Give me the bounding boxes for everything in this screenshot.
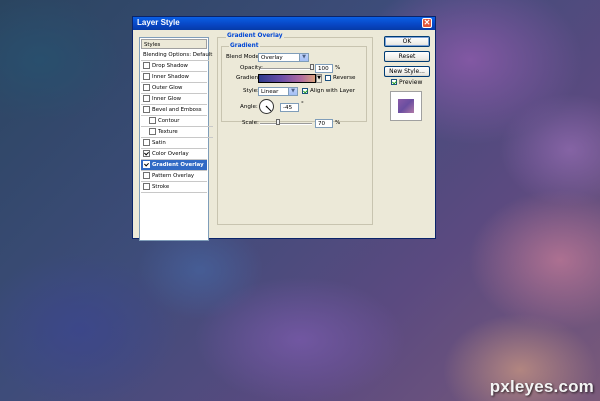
reverse-checkbox[interactable] <box>325 75 331 81</box>
reset-button[interactable]: Reset <box>384 51 430 62</box>
dialog-title: Layer Style <box>137 18 180 27</box>
preview-swatch <box>398 99 414 113</box>
style-item-label: Pattern Overlay <box>152 173 195 179</box>
style-label: Style: <box>243 88 259 94</box>
opacity-value: 100 <box>318 66 329 72</box>
preview-label: Preview <box>399 79 423 86</box>
scale-input[interactable]: 70 <box>315 119 333 128</box>
opacity-slider-thumb[interactable] <box>310 64 314 70</box>
opacity-input[interactable]: 100 <box>315 64 333 73</box>
chevron-down-icon: ▼ <box>288 88 297 95</box>
gradient-picker-button[interactable]: ▼ <box>316 74 322 83</box>
angle-dial[interactable] <box>259 99 274 114</box>
style-item-label: Blending Options: Default <box>143 52 213 58</box>
style-item-outer-glow[interactable]: Outer Glow <box>141 83 207 94</box>
style-item-stroke[interactable]: Stroke <box>141 182 207 193</box>
style-item-drop-shadow[interactable]: Drop Shadow <box>141 61 207 72</box>
style-item-satin[interactable]: Satin <box>141 138 207 149</box>
dialog-titlebar[interactable]: Layer Style ✕ <box>133 17 435 30</box>
blend-mode-value: Overlay <box>261 55 283 61</box>
scale-value: 70 <box>318 121 326 127</box>
angle-unit: ° <box>301 101 304 107</box>
style-item-label: Drop Shadow <box>152 63 188 69</box>
style-item-label: Texture <box>158 129 178 135</box>
style-item-inner-shadow[interactable]: Inner Shadow <box>141 72 207 83</box>
style-item-label: Inner Glow <box>152 96 182 102</box>
opacity-slider[interactable] <box>260 68 312 70</box>
style-item-label: Contour <box>158 118 180 124</box>
styles-header[interactable]: Styles <box>141 39 207 49</box>
style-select[interactable]: Linear ▼ <box>258 87 298 96</box>
subgroup-title: Gradient <box>229 43 260 49</box>
angle-label: Angle: <box>240 104 258 110</box>
angle-needle-icon <box>265 105 272 112</box>
chevron-down-icon: ▼ <box>299 54 308 61</box>
style-item-bevel-and-emboss[interactable]: Bevel and Emboss <box>141 105 207 116</box>
style-checkbox[interactable] <box>143 61 150 69</box>
scale-unit: % <box>335 120 341 126</box>
style-checkbox[interactable] <box>143 83 150 91</box>
style-checkbox[interactable] <box>143 171 150 179</box>
watermark: pxleyes.com <box>489 377 594 396</box>
preview-thumbnail <box>390 91 422 121</box>
chevron-down-icon: ▼ <box>317 75 321 81</box>
style-item-label: Outer Glow <box>152 85 183 91</box>
style-checkbox[interactable] <box>143 160 150 168</box>
style-item-label: Gradient Overlay <box>152 162 204 168</box>
gradient-swatch[interactable] <box>258 74 316 83</box>
opacity-unit: % <box>335 65 341 71</box>
scale-slider-thumb[interactable] <box>276 119 281 125</box>
style-item-inner-glow[interactable]: Inner Glow <box>141 94 207 105</box>
style-checkbox[interactable] <box>149 127 156 135</box>
new-style-button[interactable]: New Style... <box>384 66 430 77</box>
style-item-texture[interactable]: Texture <box>141 127 213 138</box>
blend-mode-select[interactable]: Overlay ▼ <box>258 53 309 62</box>
reverse-label: Reverse <box>333 75 356 81</box>
style-item-label: Inner Shadow <box>152 74 189 80</box>
scale-label: Scale: <box>242 120 259 126</box>
style-item-contour[interactable]: Contour <box>141 116 213 127</box>
angle-value: -45 <box>283 105 293 111</box>
align-with-layer-label: Align with Layer <box>310 88 356 94</box>
styles-list: Styles Blending Options: Default Drop Sha… <box>139 37 213 241</box>
style-item-label: Stroke <box>152 184 170 190</box>
style-item-color-overlay[interactable]: Color Overlay <box>141 149 207 160</box>
style-checkbox[interactable] <box>149 116 156 124</box>
style-item-pattern-overlay[interactable]: Pattern Overlay <box>141 171 207 182</box>
align-with-layer-checkbox[interactable] <box>302 88 308 94</box>
style-checkbox[interactable] <box>143 105 150 113</box>
style-item-gradient-overlay[interactable]: Gradient Overlay <box>141 160 207 171</box>
style-checkbox[interactable] <box>143 138 150 146</box>
close-button[interactable]: ✕ <box>422 18 432 28</box>
style-checkbox[interactable] <box>143 94 150 102</box>
style-checkbox[interactable] <box>143 182 150 190</box>
blend-mode-label: Blend Mode: <box>226 54 261 60</box>
ok-button[interactable]: OK <box>384 36 430 47</box>
style-checkbox[interactable] <box>143 149 150 157</box>
style-item-label: Color Overlay <box>152 151 189 157</box>
style-item-label: Bevel and Emboss <box>152 107 202 113</box>
angle-input[interactable]: -45 <box>280 103 299 112</box>
close-icon: ✕ <box>423 18 431 27</box>
group-title: Gradient Overlay <box>226 33 284 39</box>
scale-slider[interactable] <box>260 123 312 125</box>
style-item-label: Satin <box>152 140 166 146</box>
style-item-blending-options-default[interactable]: Blending Options: Default <box>141 50 213 61</box>
style-checkbox[interactable] <box>143 72 150 80</box>
preview-checkbox[interactable] <box>391 79 397 85</box>
styles-header-label: Styles <box>144 42 161 48</box>
style-value: Linear <box>261 89 279 95</box>
